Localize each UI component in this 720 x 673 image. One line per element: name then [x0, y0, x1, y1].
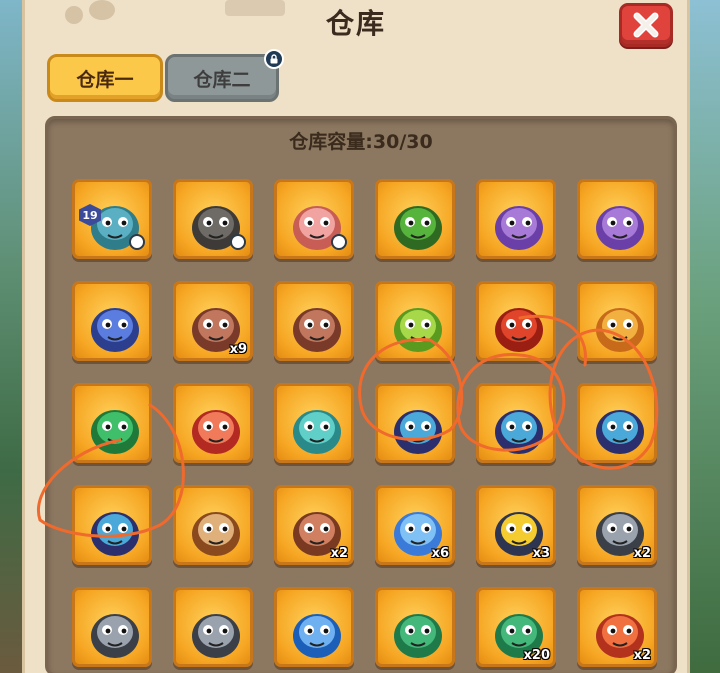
- inventory-slot[interactable]: [173, 587, 253, 667]
- inventory-slot[interactable]: [72, 383, 152, 463]
- inventory-slot[interactable]: [173, 383, 253, 463]
- inventory-slot[interactable]: [577, 179, 657, 259]
- tophat-bat-pet-icon: [596, 410, 644, 454]
- capacity-label: 仓库容量:: [289, 131, 373, 153]
- lock-icon: [129, 234, 145, 250]
- inventory-slot[interactable]: x6: [375, 485, 455, 565]
- gray-cat-pet-icon: [91, 614, 139, 658]
- gray-cat-pet-icon: [192, 614, 240, 658]
- blue-whale-pet-icon: [293, 614, 341, 658]
- close-icon: [633, 12, 659, 38]
- red-fire-pet-icon: [495, 308, 543, 352]
- blue-wolf-pet-icon: [91, 308, 139, 352]
- inventory-slot[interactable]: [72, 485, 152, 565]
- warehouse-panel: 仓库 仓库一 仓库二 仓库容量:30/30 19 x9 x2 x6 x3 x2 x20 x2: [22, 0, 690, 673]
- tophat-bat-pet-icon: [394, 410, 442, 454]
- inventory-slot[interactable]: [72, 281, 152, 361]
- inventory-slot[interactable]: [274, 587, 354, 667]
- inventory-slot[interactable]: [476, 179, 556, 259]
- inventory-slot[interactable]: [577, 383, 657, 463]
- inventory-slot[interactable]: x3: [476, 485, 556, 565]
- item-grid: 19 x9 x2 x6 x3 x2 x20 x2: [72, 179, 657, 667]
- tophat-bat-pet-icon: [91, 512, 139, 556]
- close-button[interactable]: [619, 3, 673, 47]
- inventory-slot[interactable]: [577, 281, 657, 361]
- inventory-slot[interactable]: x20: [476, 587, 556, 667]
- tab-warehouse-2[interactable]: 仓库二: [165, 49, 284, 102]
- capacity-value: 30/30: [372, 131, 433, 153]
- inventory-slot[interactable]: [476, 281, 556, 361]
- inventory-slot[interactable]: x9: [173, 281, 253, 361]
- tab-label: 仓库二: [193, 68, 251, 91]
- window-title: 仓库: [325, 7, 386, 40]
- red-hair-girl-pet-icon: [192, 410, 240, 454]
- teal-crown-pet-icon: [293, 410, 341, 454]
- inventory-slot[interactable]: x2: [274, 485, 354, 565]
- inventory-slot[interactable]: [274, 383, 354, 463]
- goggles-pet-icon: [596, 308, 644, 352]
- item-quantity: x20: [523, 648, 550, 663]
- item-quantity: x6: [431, 546, 449, 561]
- green-potion-icon: [394, 206, 442, 250]
- inventory-slot[interactable]: x2: [577, 587, 657, 667]
- green-triceratops-pet-icon: [394, 308, 442, 352]
- inventory-slot[interactable]: 19: [72, 179, 152, 259]
- inventory-slot[interactable]: [173, 485, 253, 565]
- gorilla-pet-icon: [293, 308, 341, 352]
- lock-icon: [331, 234, 347, 250]
- item-quantity: x3: [532, 546, 550, 561]
- item-grid-viewport[interactable]: 19 x9 x2 x6 x3 x2 x20 x2: [48, 159, 674, 673]
- inventory-slot[interactable]: [375, 179, 455, 259]
- inventory-slot[interactable]: [375, 383, 455, 463]
- lock-icon: [230, 234, 246, 250]
- storage-capacity: 仓库容量:30/30: [48, 127, 674, 154]
- inventory-slot[interactable]: [375, 281, 455, 361]
- green-turtle-pet-icon: [394, 614, 442, 658]
- inventory-slot[interactable]: [173, 179, 253, 259]
- background-right: [690, 0, 720, 673]
- inventory-slot[interactable]: [274, 281, 354, 361]
- purple-wolf-pet-icon: [495, 206, 543, 250]
- purple-wolf-pet-icon: [596, 206, 644, 250]
- item-quantity: x2: [633, 648, 651, 663]
- tab-label: 仓库一: [76, 68, 134, 91]
- background-left: [0, 0, 22, 673]
- inventory-slot[interactable]: [375, 587, 455, 667]
- inventory-slot[interactable]: [274, 179, 354, 259]
- lock-icon: [264, 49, 284, 69]
- inventory-slot[interactable]: [72, 587, 152, 667]
- green-dino-pet-icon: [91, 410, 139, 454]
- item-quantity: x2: [330, 546, 348, 561]
- item-quantity: x2: [633, 546, 651, 561]
- storage-area: 仓库容量:30/30 19 x9 x2 x6 x3 x2 x20 x2: [45, 116, 677, 673]
- inventory-slot[interactable]: x2: [577, 485, 657, 565]
- tophat-bat-pet-icon: [495, 410, 543, 454]
- tab-warehouse-1[interactable]: 仓库一: [47, 54, 163, 102]
- inventory-slot[interactable]: [476, 383, 556, 463]
- item-quantity: x9: [229, 342, 247, 357]
- brown-dog-pet-icon: [192, 512, 240, 556]
